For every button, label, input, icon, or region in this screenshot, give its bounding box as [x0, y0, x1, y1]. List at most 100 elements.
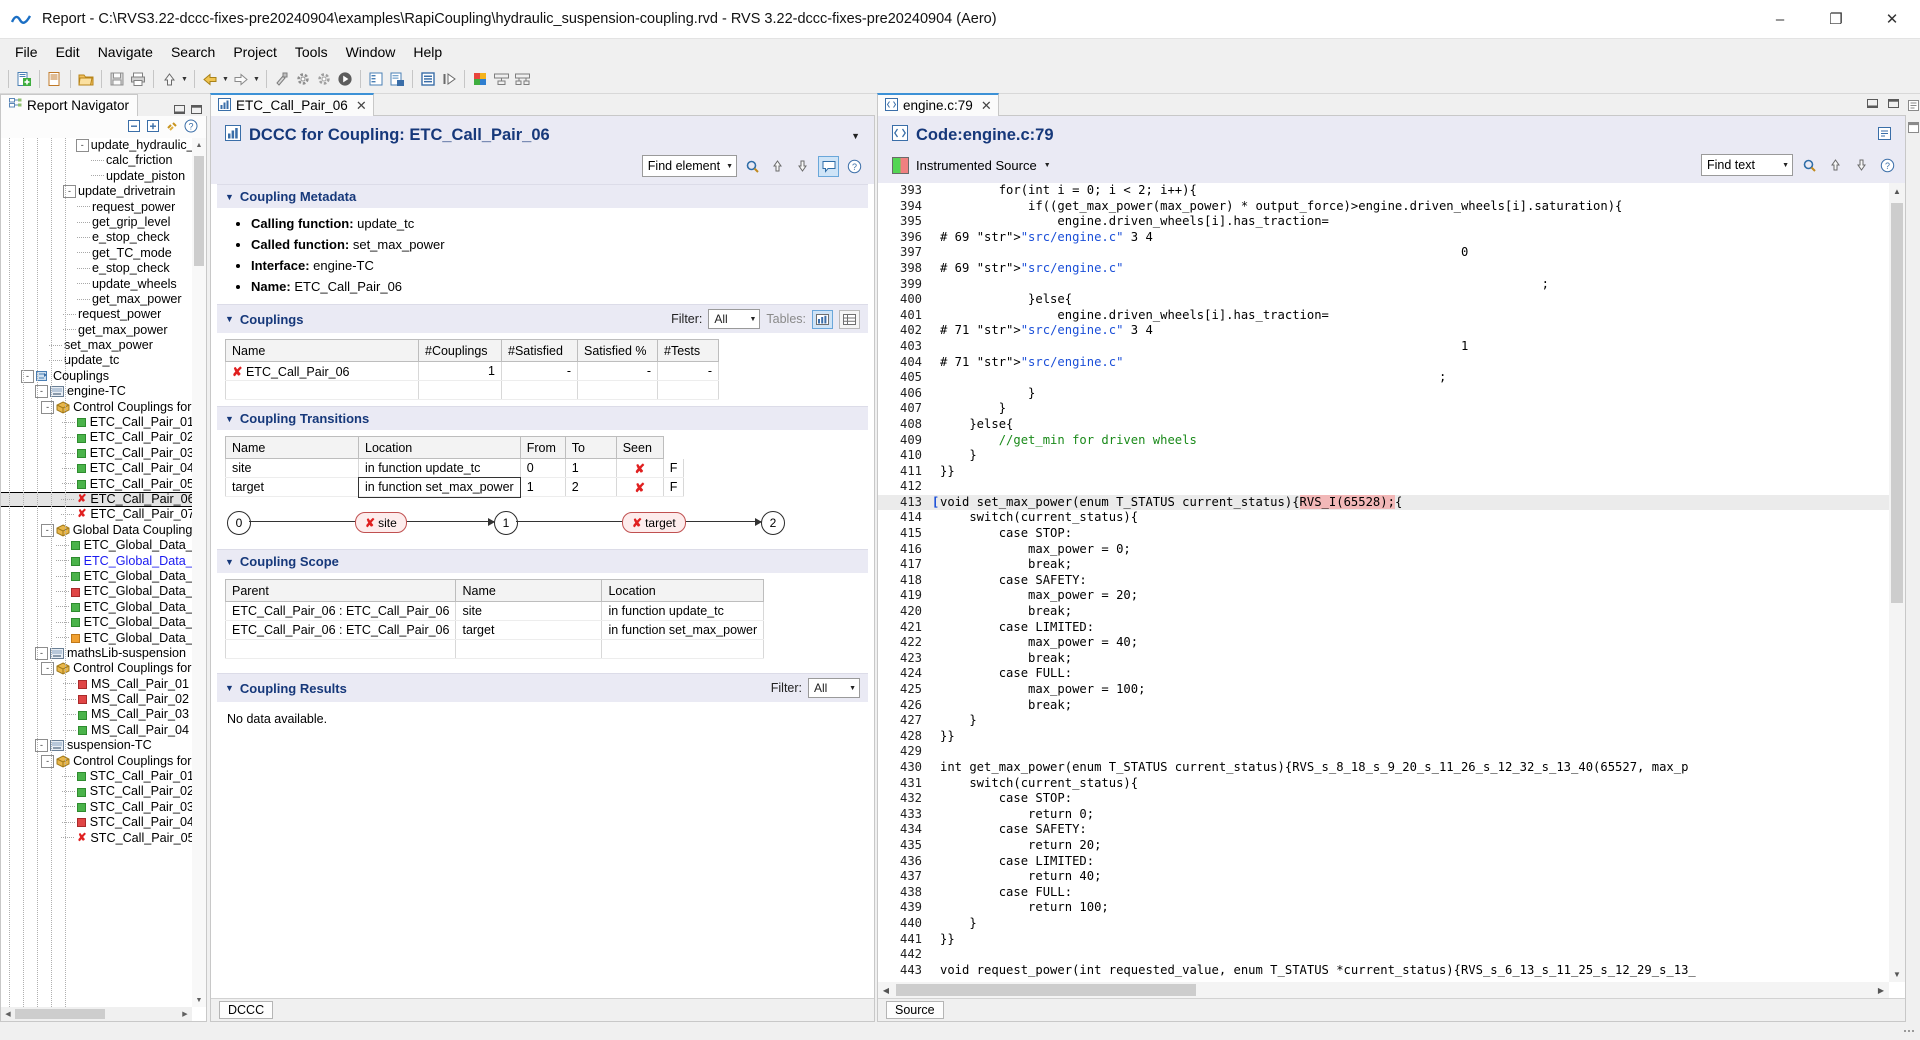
report-collapse-chevron-icon[interactable]: ▼: [851, 131, 860, 141]
menu-project[interactable]: Project: [224, 41, 286, 63]
step-into-icon[interactable]: [439, 69, 459, 89]
code-scroll-down-icon[interactable]: ▼: [1889, 966, 1905, 982]
view-minimize-icon[interactable]: [173, 103, 186, 116]
tree-item-request-power[interactable]: request_power: [1, 200, 192, 215]
forward-arrow-icon[interactable]: [231, 69, 251, 89]
couplings-section-header[interactable]: ▼ Couplings Filter: All ▼ Tables:: [217, 304, 868, 333]
code-hscroll-thumb[interactable]: [896, 984, 1196, 996]
tree-item-etc-global-data-04[interactable]: ETC_Global_Data_04: [1, 584, 192, 599]
results-filter-select[interactable]: All ▼: [808, 678, 860, 698]
report-help-icon[interactable]: ?: [845, 157, 864, 176]
tree-item-get-grip-level[interactable]: get_grip_level: [1, 215, 192, 230]
expand-all-icon[interactable]: [146, 119, 160, 136]
report-scroll-area[interactable]: ▼ Coupling Metadata Calling function: up…: [211, 184, 874, 998]
source-mode-dropdown-icon[interactable]: ▼: [1044, 162, 1051, 169]
tree-item-etc-call-pair-07[interactable]: ✘ ETC_Call_Pair_07: [1, 507, 192, 522]
menu-search[interactable]: Search: [162, 41, 224, 63]
split-view-icon[interactable]: [512, 69, 532, 89]
table-grid-toggle-icon[interactable]: [839, 309, 860, 329]
back-dropdown-icon[interactable]: ▼: [221, 69, 230, 89]
tree-item-etc-call-pair-03[interactable]: ETC_Call_Pair_03: [1, 446, 192, 461]
tree-item-etc-call-pair-04[interactable]: ETC_Call_Pair_04: [1, 461, 192, 476]
tree-item-etc-call-pair-05[interactable]: ETC_Call_Pair_05: [1, 477, 192, 492]
tree-expander-icon[interactable]: -: [41, 662, 55, 676]
code-vscroll-thumb[interactable]: [1891, 203, 1903, 603]
tree-item-ms-call-pair-04[interactable]: MS_Call_Pair_04: [1, 723, 192, 738]
menu-help[interactable]: Help: [404, 41, 451, 63]
tree-scroll-right-icon[interactable]: ▶: [178, 1007, 192, 1021]
code-find-next-icon[interactable]: [1852, 156, 1871, 175]
tree-item-get-max-power[interactable]: get_max_power: [1, 292, 192, 307]
save-icon[interactable]: [107, 69, 127, 89]
tree-vertical-scrollbar[interactable]: ▲ ▼: [192, 138, 206, 1007]
find-search-icon[interactable]: [743, 157, 762, 176]
tree-item-etc-global-data-05[interactable]: ETC_Global_Data_05: [1, 600, 192, 615]
find-element-select[interactable]: Find element ▼: [641, 155, 737, 177]
tree-item-etc-call-pair-01[interactable]: ETC_Call_Pair_01: [1, 415, 192, 430]
code-scroll-right-icon[interactable]: ▶: [1873, 982, 1889, 998]
table-chart-toggle-icon[interactable]: [812, 309, 833, 329]
up-arrow-dropdown-icon[interactable]: ▼: [180, 69, 189, 89]
back-arrow-icon[interactable]: [200, 69, 220, 89]
tree-item-stc-call-pair-02[interactable]: STC_Call_Pair_02: [1, 784, 192, 799]
code-horizontal-scrollbar[interactable]: ◀ ▶: [878, 982, 1889, 998]
print-icon[interactable]: [128, 69, 148, 89]
tree-item-e-stop-check[interactable]: e_stop_check: [1, 230, 192, 245]
merge-view-icon[interactable]: [491, 69, 511, 89]
tree-item-ms-call-pair-02[interactable]: MS_Call_Pair_02: [1, 692, 192, 707]
tree-item-couplings[interactable]: - Couplings: [1, 369, 192, 384]
tree-item-calc-friction[interactable]: calc_friction: [1, 153, 192, 168]
tree-item-request-power[interactable]: request_power: [1, 307, 192, 322]
new-analysis-icon[interactable]: [45, 69, 65, 89]
tree-item-stc-call-pair-01[interactable]: STC_Call_Pair_01: [1, 769, 192, 784]
tab-etc-call-pair-06[interactable]: ETC_Call_Pair_06 ✕: [210, 93, 374, 116]
scope-table[interactable]: Parent Name Location ETC_Call_Pair_06 : …: [224, 579, 765, 659]
transitions-section-header[interactable]: ▼ Coupling Transitions: [217, 406, 868, 430]
code-scroll-left-icon[interactable]: ◀: [878, 982, 894, 998]
navigator-help-icon[interactable]: ?: [184, 119, 198, 136]
tree-item-update-hydraulic-[interactable]: - update_hydraulic_: [1, 138, 192, 153]
code-tab-close-icon[interactable]: ✕: [981, 98, 992, 114]
tree-item-set-max-power[interactable]: set_max_power: [1, 338, 192, 353]
couplings-table[interactable]: Name #Couplings #Satisfied Satisfied % #…: [225, 339, 719, 400]
tree-item-etc-call-pair-06[interactable]: ✘ ETC_Call_Pair_06: [1, 491, 192, 508]
tree-item-etc-global-data-06[interactable]: ETC_Global_Data_06: [1, 615, 192, 630]
tree-item-ms-call-pair-01[interactable]: MS_Call_Pair_01: [1, 677, 192, 692]
resize-grip-icon[interactable]: [1904, 1030, 1914, 1032]
toggle-annotations-icon[interactable]: [818, 155, 839, 177]
minimize-button[interactable]: –: [1752, 0, 1808, 38]
tree-scroll-thumb[interactable]: [194, 156, 204, 266]
tree-scroll-left-icon[interactable]: ◀: [1, 1007, 15, 1021]
maximize-button[interactable]: ❐: [1808, 0, 1864, 38]
collapse-triangle-icon[interactable]: ▼: [225, 683, 234, 693]
collapse-triangle-icon[interactable]: ▼: [225, 414, 234, 424]
tree-item-mathslib-suspension[interactable]: - mathsLib-suspension: [1, 646, 192, 661]
tree-item-update-tc[interactable]: update_tc: [1, 353, 192, 368]
new-report-icon[interactable]: [14, 69, 34, 89]
find-text-select[interactable]: Find text ▼: [1701, 154, 1793, 176]
collapse-triangle-icon[interactable]: ▼: [225, 314, 234, 324]
code-scroll-up-icon[interactable]: ▲: [1889, 183, 1905, 199]
collapse-triangle-icon[interactable]: ▼: [225, 557, 234, 567]
tree-item-etc-call-pair-02[interactable]: ETC_Call_Pair_02: [1, 430, 192, 445]
code-maximize-icon[interactable]: [1887, 97, 1900, 110]
tree-item-control-couplings-for-inte[interactable]: - Control Couplings for inte: [1, 400, 192, 415]
menu-tools[interactable]: Tools: [286, 41, 337, 63]
tree-item-update-drivetrain[interactable]: - update_drivetrain: [1, 184, 192, 199]
tab-source[interactable]: Source: [886, 1001, 944, 1019]
tree-item-engine-tc[interactable]: - engine-TC: [1, 384, 192, 399]
collapse-all-icon[interactable]: [127, 119, 141, 136]
tree-item-stc-call-pair-03[interactable]: STC_Call_Pair_03: [1, 800, 192, 815]
tree-item-suspension-tc[interactable]: - suspension-TC: [1, 738, 192, 753]
forward-dropdown-icon[interactable]: ▼: [252, 69, 261, 89]
menu-file[interactable]: File: [6, 41, 47, 63]
code-find-previous-icon[interactable]: [1826, 156, 1845, 175]
code-lines[interactable]: 393 for(int i = 0; i < 2; i++){394 if((g…: [878, 183, 1889, 982]
tree-expander-icon[interactable]: -: [41, 754, 55, 768]
tree-item-control-couplings-for-inte[interactable]: - Control Couplings for inte: [1, 661, 192, 676]
tree-item-get-max-power[interactable]: get_max_power: [1, 323, 192, 338]
tree-item-global-data-couplings-for[interactable]: -Global Data Couplings for: [1, 523, 192, 538]
link-editor-icon[interactable]: [165, 119, 179, 136]
tree-item-etc-global-data-03[interactable]: ETC_Global_Data_03: [1, 569, 192, 584]
tree-scroll-down-icon[interactable]: ▼: [192, 993, 206, 1007]
